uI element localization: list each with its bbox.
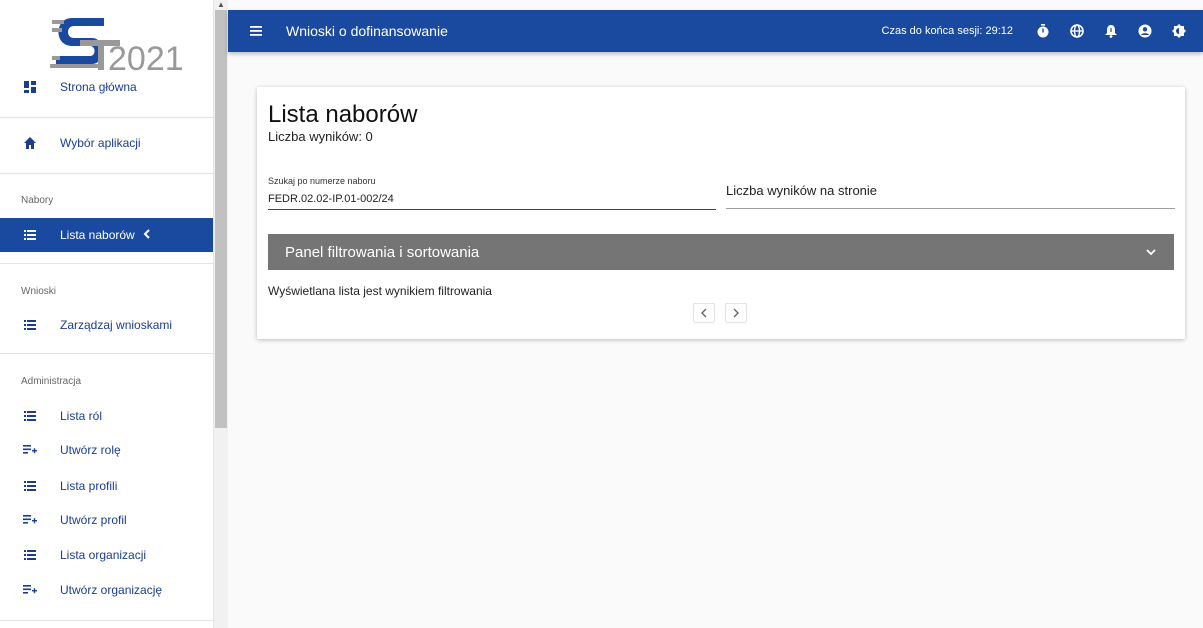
sidebar-item-lista-organizacji[interactable]: Lista organizacji — [0, 538, 213, 572]
playlist-add-icon — [0, 515, 60, 525]
list-icon — [0, 320, 60, 330]
menu-icon — [250, 26, 262, 36]
next-page-button[interactable] — [725, 303, 747, 323]
pagination — [693, 303, 757, 323]
sidebar-item-lista-rol[interactable]: Lista ról — [0, 399, 213, 433]
sidebar-item-zarzadzaj-wnioskami[interactable]: Zarządzaj wnioskami — [0, 308, 213, 342]
page-title: Lista naborów — [268, 101, 418, 128]
sidebar-item-label: Lista organizacji — [60, 548, 147, 562]
sidebar-item-label: Lista ról — [60, 409, 103, 423]
chevron-left-icon — [701, 308, 707, 318]
logo-text: 2021 — [108, 40, 184, 72]
divider — [0, 620, 213, 621]
per-page-select[interactable]: Liczba wyników na stronie — [726, 183, 877, 198]
sidebar-item-utworz-role[interactable]: Utwórz rolę — [0, 433, 213, 467]
sidebar-item-label: Utwórz profil — [60, 513, 127, 527]
result-count: Liczba wyników: 0 — [268, 129, 373, 144]
sidebar-item-label: Lista profili — [60, 479, 118, 493]
sidebar-item-label: Zarządzaj wnioskami — [60, 318, 173, 332]
sidebar-item-label: Wybór aplikacji — [60, 136, 141, 150]
dashboard-icon — [0, 81, 60, 93]
sidebar-item-label: Lista naborów — [60, 228, 135, 242]
home-icon — [0, 137, 60, 149]
scroll-up-icon[interactable]: ▲ — [214, 0, 228, 10]
list-icon — [0, 230, 60, 240]
contrast-icon[interactable] — [1165, 17, 1193, 45]
list-icon — [0, 550, 60, 560]
previous-page-button[interactable] — [693, 303, 715, 323]
sidebar-item-app-select[interactable]: Wybór aplikacji — [0, 126, 213, 160]
sidebar-item-label: Utwórz rolę — [60, 443, 121, 457]
sidebar-item-label: Strona główna — [60, 80, 137, 94]
sidebar-item-lista-profili[interactable]: Lista profili — [0, 469, 213, 503]
sidebar: 2021 Strona główna Wybór aplikacji Nabor… — [0, 0, 214, 628]
divider — [0, 263, 213, 264]
top-bar: Wnioski o dofinansowanie Czas do końca s… — [228, 10, 1203, 52]
account-icon[interactable] — [1131, 17, 1159, 45]
chevron-down-icon — [1146, 248, 1156, 256]
sidebar-item-label: Utwórz organizację — [60, 583, 163, 597]
playlist-add-icon — [0, 445, 60, 455]
timer-icon[interactable] — [1029, 17, 1057, 45]
bell-icon[interactable] — [1097, 17, 1125, 45]
session-timer-text: Czas do końca sesji: 29:12 — [881, 25, 1013, 37]
sidebar-item-lista-naborow[interactable]: Lista naborów — [0, 218, 213, 252]
menu-button[interactable] — [236, 10, 276, 52]
list-icon — [0, 481, 60, 491]
list-icon — [0, 411, 60, 421]
sidebar-item-utworz-profil[interactable]: Utwórz profil — [0, 503, 213, 537]
logo: 2021 — [50, 18, 184, 72]
filter-panel-label: Panel filtrowania i sortowania — [285, 243, 480, 261]
search-field-label: Szukaj po numerze naboru — [268, 176, 376, 186]
globe-icon[interactable] — [1063, 17, 1091, 45]
divider — [0, 173, 213, 174]
section-label: Nabory — [21, 195, 54, 206]
app-title: Wnioski o dofinansowanie — [286, 23, 448, 39]
filter-note: Wyświetlana lista jest wynikiem filtrowa… — [268, 284, 492, 298]
chevron-left-icon — [143, 228, 151, 242]
divider — [0, 117, 213, 118]
chevron-right-icon — [733, 308, 739, 318]
per-page-underline — [726, 208, 1175, 209]
sidebar-item-utworz-organizacje[interactable]: Utwórz organizację — [0, 573, 213, 607]
recruitment-list-card: Lista naborów Liczba wyników: 0 Szukaj p… — [257, 87, 1185, 339]
divider — [0, 353, 213, 354]
sidebar-scroll-thumb[interactable] — [215, 10, 227, 428]
sidebar-item-home-dashboard[interactable]: Strona główna — [0, 70, 213, 104]
filter-panel-header[interactable]: Panel filtrowania i sortowania — [268, 234, 1174, 270]
section-label: Administracja — [21, 376, 82, 387]
playlist-add-icon — [0, 585, 60, 595]
section-label: Wnioski — [21, 286, 57, 297]
search-input[interactable] — [268, 188, 716, 210]
